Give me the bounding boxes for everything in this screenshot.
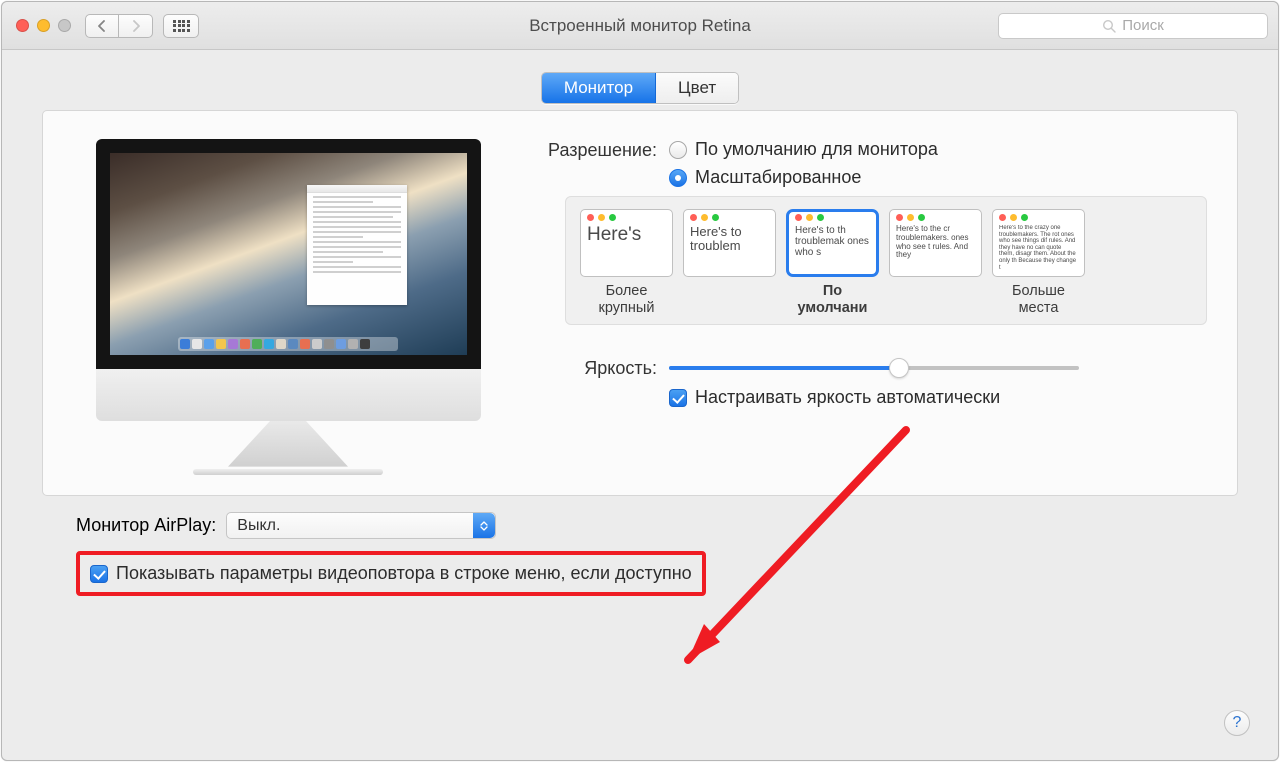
close-icon[interactable]	[16, 19, 29, 32]
search-placeholder: Поиск	[1122, 17, 1164, 34]
checkbox-icon	[669, 389, 687, 407]
zoom-icon[interactable]	[58, 19, 71, 32]
display-panel: Разрешение: По умолчанию для монитора Ма…	[42, 110, 1238, 496]
sample-document-icon	[307, 185, 407, 305]
auto-brightness-checkbox[interactable]: Настраивать яркость автоматически	[669, 387, 1000, 408]
resolution-option-2[interactable]: Here's to th troublemak ones who s По ум…	[786, 209, 879, 316]
forward-button[interactable]	[119, 14, 153, 38]
checkbox-icon	[90, 565, 108, 583]
help-button[interactable]: ?	[1224, 710, 1250, 736]
select-arrows-icon	[473, 513, 495, 538]
resolution-default-radio[interactable]: По умолчанию для монитора	[669, 139, 938, 160]
auto-brightness-label: Настраивать яркость автоматически	[695, 387, 1000, 408]
mirroring-label: Показывать параметры видеоповтора в стро…	[116, 563, 692, 584]
chevron-right-icon	[131, 20, 141, 32]
resolution-option-0[interactable]: Here's Более крупный	[580, 209, 673, 316]
minimize-icon[interactable]	[37, 19, 50, 32]
resolution-scaled-radio[interactable]: Масштабированное	[669, 167, 938, 188]
titlebar: Встроенный монитор Retina Поиск	[2, 2, 1278, 50]
chevron-left-icon	[97, 20, 107, 32]
below-panel: Монитор AirPlay: Выкл. Показывать параме…	[42, 496, 1238, 596]
settings-column: Разрешение: По умолчанию для монитора Ма…	[539, 139, 1207, 475]
nav-group	[85, 14, 153, 38]
resolution-options: Here's Более крупный Here's to troublem …	[565, 196, 1207, 325]
show-all-button[interactable]	[163, 14, 199, 38]
resolution-option-1[interactable]: Here's to troublem	[683, 209, 776, 316]
dock-icon	[178, 337, 398, 351]
resolution-label: Разрешение:	[539, 139, 669, 161]
tab-bar: Монитор Цвет	[42, 72, 1238, 104]
grid-icon	[173, 20, 189, 32]
tab-color[interactable]: Цвет	[656, 73, 738, 103]
back-button[interactable]	[85, 14, 119, 38]
search-icon	[1102, 19, 1116, 33]
brightness-slider[interactable]	[669, 359, 1079, 377]
airplay-value: Выкл.	[237, 517, 280, 535]
preferences-window: Встроенный монитор Retina Поиск Монитор …	[1, 1, 1279, 761]
content: Монитор Цвет	[2, 50, 1278, 610]
resolution-scaled-label: Масштабированное	[695, 167, 861, 188]
airplay-label: Монитор AirPlay:	[76, 515, 216, 536]
window-controls	[16, 19, 71, 32]
annotation-highlight: Показывать параметры видеоповтора в стро…	[76, 551, 706, 596]
mirroring-checkbox[interactable]: Показывать параметры видеоповтора в стро…	[90, 563, 692, 584]
brightness-label: Яркость:	[539, 357, 669, 379]
search-input[interactable]: Поиск	[998, 13, 1268, 39]
resolution-option-3[interactable]: Here's to the cr troublemakers. ones who…	[889, 209, 982, 316]
airplay-select[interactable]: Выкл.	[226, 512, 496, 539]
resolution-option-4[interactable]: Here's to the crazy one troublemakers. T…	[992, 209, 1085, 316]
tab-monitor[interactable]: Монитор	[542, 73, 656, 103]
monitor-preview	[73, 139, 503, 475]
resolution-default-label: По умолчанию для монитора	[695, 139, 938, 160]
